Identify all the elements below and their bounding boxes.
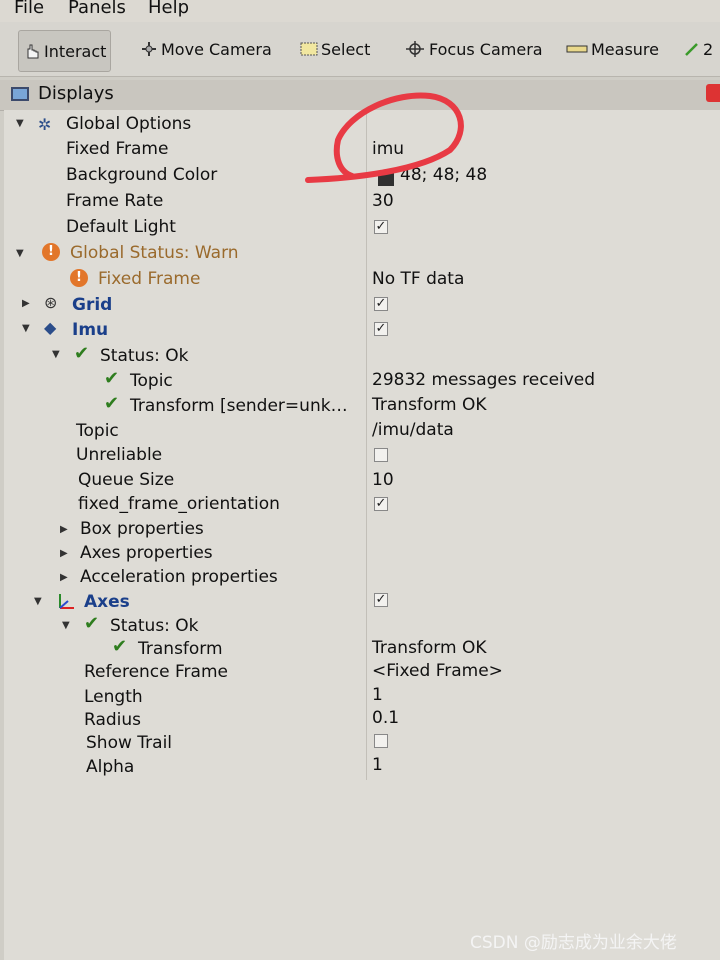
- watermark: CSDN @励志成为业余大佬: [470, 933, 677, 953]
- red-annotation-scribble: [305, 92, 464, 183]
